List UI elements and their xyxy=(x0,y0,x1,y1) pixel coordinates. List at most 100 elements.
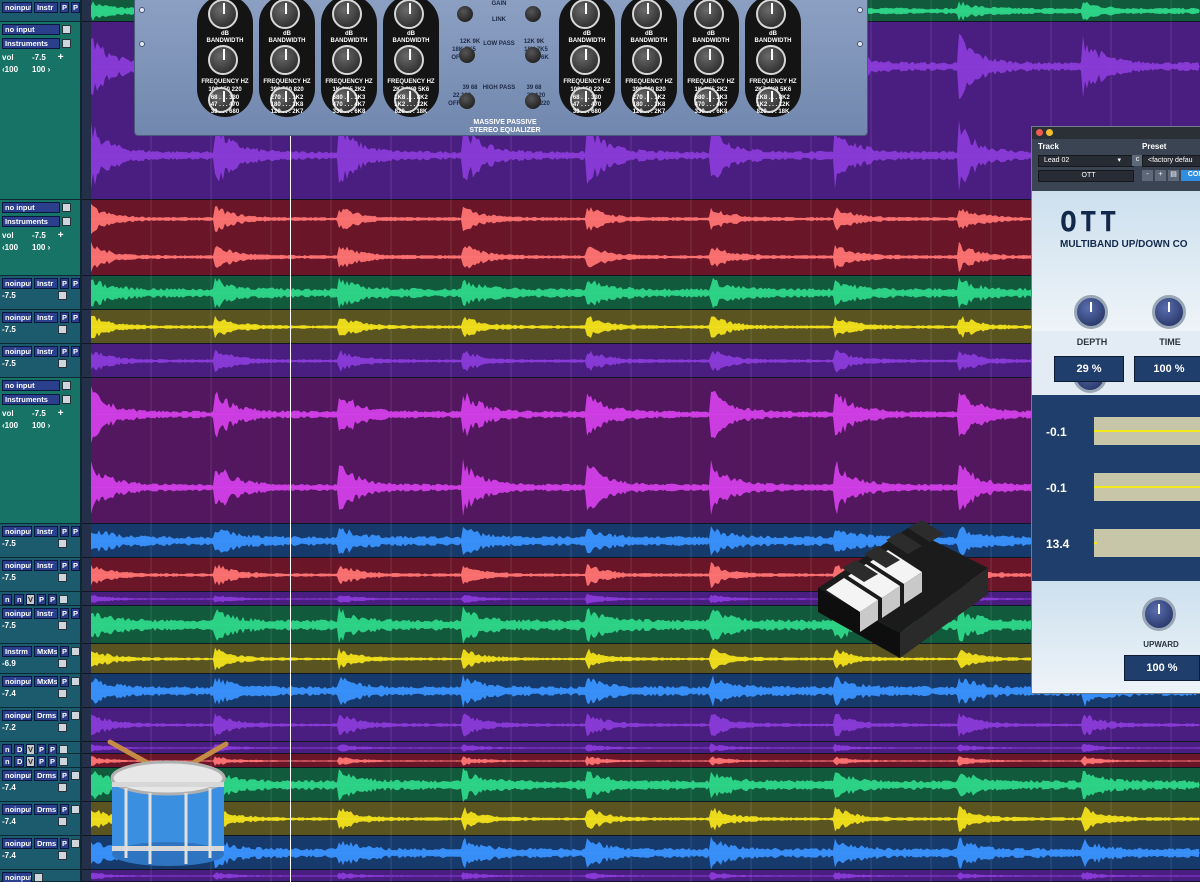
eq-bandwidth-knob[interactable] xyxy=(394,45,424,75)
track-view-icon[interactable] xyxy=(58,851,67,860)
track-menu-icon[interactable] xyxy=(71,677,80,686)
track-output-select[interactable]: n xyxy=(14,594,24,605)
volume-value[interactable]: -7.5 xyxy=(32,53,46,63)
track-output-select[interactable]: Instruments xyxy=(2,38,60,49)
track-solo-button[interactable]: V xyxy=(26,744,35,754)
track-solo-button[interactable]: V xyxy=(26,594,35,605)
track-header[interactable]: no input Instruments vol -7.5 + ‹100 100 › xyxy=(0,200,82,276)
track-mute-button[interactable]: P xyxy=(71,278,80,289)
track-solo-button[interactable]: P xyxy=(60,526,69,537)
track-solo-button[interactable]: V xyxy=(26,756,35,767)
track-header[interactable]: noinput Drms P -7.2 xyxy=(0,708,82,742)
track-mute-button[interactable]: P xyxy=(71,608,80,619)
track-header[interactable]: noinput Instr P P -7.5 xyxy=(0,558,91,592)
volume-value[interactable]: -7.5 xyxy=(2,539,56,549)
track-input-select[interactable]: n xyxy=(2,594,12,605)
track-solo-button[interactable]: P xyxy=(60,278,69,289)
compare-button[interactable]: COM xyxy=(1181,170,1200,181)
track-header[interactable]: nDVPP xyxy=(0,754,82,768)
volume-value[interactable]: -7.5 xyxy=(2,359,56,369)
volume-value[interactable]: -7.4 xyxy=(2,851,56,861)
track-solo-button[interactable]: P xyxy=(60,346,69,357)
volume-value[interactable]: -7.5 xyxy=(32,409,46,419)
track-mute-button[interactable]: P xyxy=(71,2,80,13)
upward-value[interactable]: 100 % xyxy=(1124,655,1200,681)
track-mute-button[interactable]: P xyxy=(37,744,46,754)
track-solo-button[interactable]: P xyxy=(60,2,69,13)
band-mid-value[interactable]: -0.1 xyxy=(1046,481,1067,495)
track-select[interactable]: Lead 02 ▾ xyxy=(1038,155,1134,167)
band-high-level[interactable] xyxy=(1094,430,1200,432)
track-input-select[interactable]: noinput xyxy=(2,838,32,849)
track-menu-icon[interactable] xyxy=(71,805,80,814)
track-header[interactable]: noinput Instr P P -7.5 xyxy=(0,344,91,378)
track-solo-button[interactable]: P xyxy=(60,608,69,619)
track-input-select[interactable]: noinput xyxy=(2,526,32,537)
track-mute-button[interactable]: P xyxy=(37,756,46,767)
track-input-select[interactable]: noinput xyxy=(2,676,32,687)
track-output-select[interactable]: D xyxy=(14,756,24,767)
depth-value[interactable]: 29 % xyxy=(1054,356,1124,382)
track-output-select[interactable]: Instr xyxy=(34,526,58,537)
track-output-select[interactable]: Instruments xyxy=(2,394,60,405)
track-record-button[interactable]: P xyxy=(48,594,57,605)
track-view-icon[interactable] xyxy=(58,291,67,300)
eq-high-pass-knob-left[interactable] xyxy=(459,93,475,109)
track-menu-icon[interactable] xyxy=(59,757,68,766)
track-view-icon[interactable] xyxy=(58,573,67,582)
track-header[interactable]: noinput Instr P P -7.5 xyxy=(0,310,91,344)
preset-minus-button[interactable]: - xyxy=(1142,170,1153,181)
track-output-select[interactable]: Drms xyxy=(34,804,58,815)
eq-bandwidth-knob[interactable] xyxy=(570,45,600,75)
track-mute-button[interactable]: P xyxy=(71,312,80,323)
pan-right-value[interactable]: 100 › xyxy=(32,243,50,253)
track-header[interactable]: noinput Instr P P -7.5 xyxy=(0,276,91,310)
track-input-select[interactable]: noinput xyxy=(2,346,32,357)
track-menu-icon[interactable] xyxy=(62,25,71,34)
track-menu-icon[interactable] xyxy=(71,647,80,656)
track-header[interactable]: noinput Drms P -7.4 xyxy=(0,836,82,870)
audio-clip[interactable] xyxy=(91,754,1200,768)
eq-bandwidth-knob[interactable] xyxy=(332,45,362,75)
preset-select[interactable]: <factory defau xyxy=(1142,155,1200,167)
track-solo-button[interactable]: P xyxy=(60,560,69,571)
volume-value[interactable]: -7.4 xyxy=(2,689,56,699)
track-input-select[interactable]: no input xyxy=(2,24,60,35)
minimize-icon[interactable] xyxy=(1046,129,1053,136)
track-header[interactable]: noinput Instr P P -7.5 xyxy=(0,524,91,558)
track-input-select[interactable]: noinput xyxy=(2,2,32,13)
audio-clip[interactable] xyxy=(91,870,1200,882)
time-value[interactable]: 100 % xyxy=(1134,356,1200,382)
eq-gain-knob-left[interactable] xyxy=(457,6,473,22)
time-knob[interactable] xyxy=(1152,295,1186,329)
track-input-select[interactable]: noinput xyxy=(2,312,32,323)
track-view-icon[interactable] xyxy=(58,817,67,826)
track-solo-button[interactable]: P xyxy=(60,312,69,323)
track-menu-icon[interactable] xyxy=(71,771,80,780)
track-header[interactable]: noinput Drms P -7.4 xyxy=(0,802,82,836)
track-output-select[interactable]: Instruments xyxy=(2,216,60,227)
pan-left-value[interactable]: ‹100 xyxy=(2,421,30,431)
track-solo-button[interactable]: P xyxy=(60,710,69,721)
track-header[interactable]: noinput Drms P -7.4 xyxy=(0,768,82,802)
band-low-value[interactable]: 13.4 xyxy=(1046,537,1069,551)
track-mute-button[interactable]: P xyxy=(71,526,80,537)
track-mute-button[interactable]: P xyxy=(37,594,46,605)
track-record-button[interactable]: P xyxy=(48,756,57,767)
preset-plus-button[interactable]: + xyxy=(1155,170,1166,181)
pan-left-value[interactable]: ‹100 xyxy=(2,65,30,75)
volume-value[interactable]: -7.4 xyxy=(2,783,56,793)
eq-high-pass-knob-right[interactable] xyxy=(525,93,541,109)
track-output-select[interactable]: Instr xyxy=(34,278,58,289)
track-solo-button[interactable]: P xyxy=(60,770,69,781)
depth-knob-dial[interactable] xyxy=(1074,295,1108,329)
plugin-select[interactable]: OTT xyxy=(1038,170,1134,182)
track-input-select[interactable]: Instrm xyxy=(2,646,32,657)
track-header[interactable]: noinput MxMs P -7.4 xyxy=(0,674,82,708)
track-menu-icon[interactable] xyxy=(71,711,80,720)
eq-gain-knob-right[interactable] xyxy=(525,6,541,22)
band-high-value[interactable]: -0.1 xyxy=(1046,425,1067,439)
eq-bandwidth-knob[interactable] xyxy=(694,45,724,75)
track-solo-button[interactable]: P xyxy=(60,838,69,849)
track-header[interactable]: nDVPP xyxy=(0,742,82,754)
